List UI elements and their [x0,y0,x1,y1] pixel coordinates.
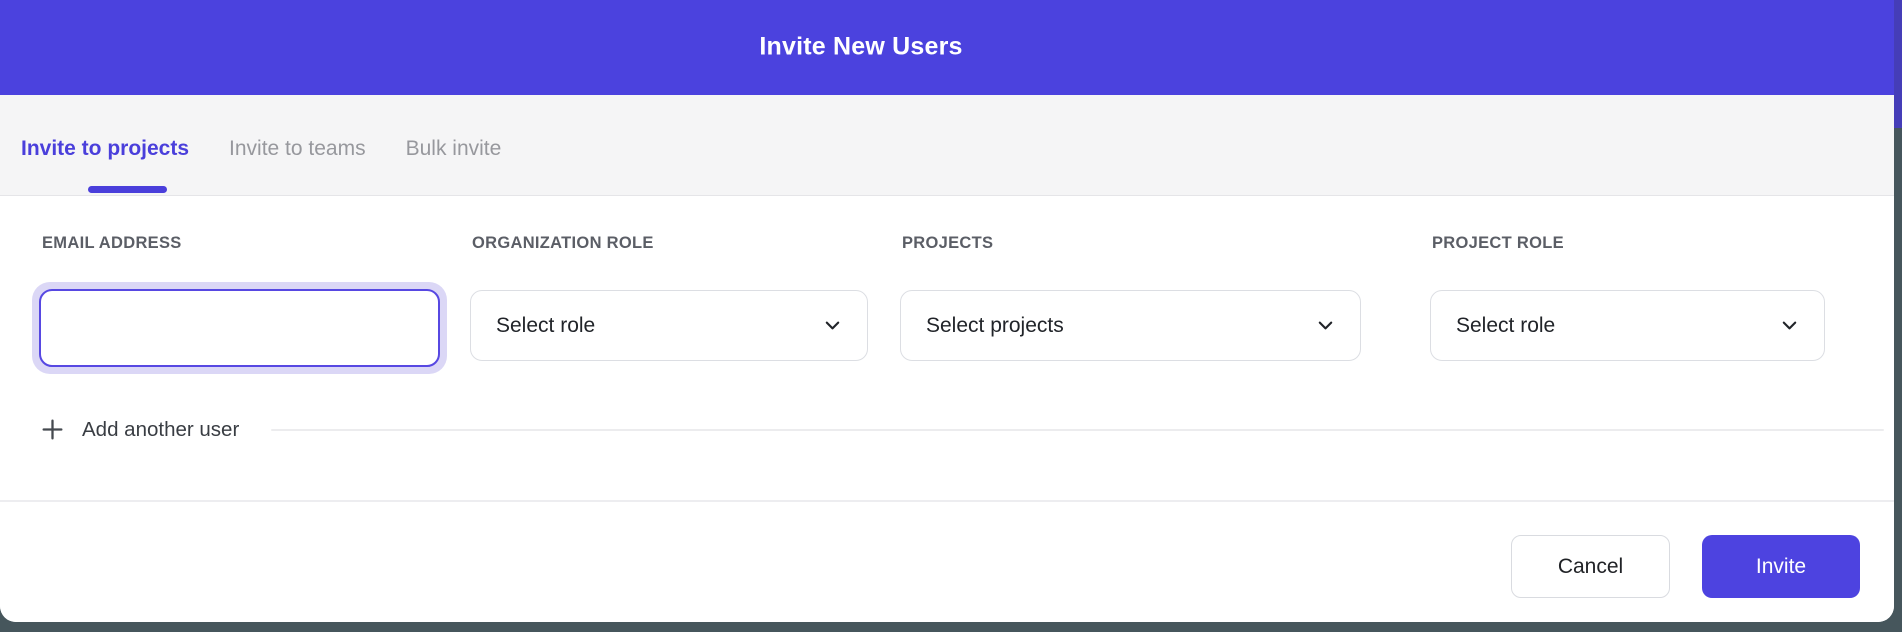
projects-label: PROJECTS [902,234,993,253]
scrollbar-track[interactable] [1894,0,1902,632]
project-role-label: PROJECT ROLE [1432,234,1564,253]
projects-value: Select projects [926,314,1064,338]
tab-invite-to-teams[interactable]: Invite to teams [229,137,366,161]
add-another-user-button[interactable]: Add another user [40,417,239,442]
invite-form: EMAIL ADDRESS ORGANIZATION ROLE Select r… [0,196,1894,500]
organization-role-value: Select role [496,314,595,338]
plus-icon [40,417,65,442]
project-role-column: PROJECT ROLE Select role [1430,196,1825,386]
chevron-down-icon [823,316,842,335]
dialog-footer: Cancel Invite [0,500,1894,622]
dialog-header: Invite New Users [0,0,1894,95]
active-tab-indicator [88,186,167,193]
cancel-button[interactable]: Cancel [1511,535,1670,598]
add-another-user-label: Add another user [82,418,239,442]
email-address-label: EMAIL ADDRESS [42,234,182,253]
email-column: EMAIL ADDRESS [32,196,447,386]
dialog-title: Invite New Users [759,33,962,62]
invite-button[interactable]: Invite [1702,535,1860,598]
projects-column: PROJECTS Select projects [900,196,1361,386]
project-role-select[interactable]: Select role [1430,290,1825,361]
add-user-row: Add another user [40,417,1884,442]
invite-new-users-dialog: Invite New Users Invite to projects Invi… [0,0,1894,622]
tab-invite-to-projects[interactable]: Invite to projects [21,137,189,161]
chevron-down-icon [1780,316,1799,335]
tab-bulk-invite[interactable]: Bulk invite [406,137,502,161]
projects-select[interactable]: Select projects [900,290,1361,361]
email-input[interactable] [39,289,440,367]
divider [271,429,1884,431]
scrollbar-thumb[interactable] [1894,0,1902,128]
organization-role-label: ORGANIZATION ROLE [472,234,654,253]
project-role-value: Select role [1456,314,1555,338]
chevron-down-icon [1316,316,1335,335]
organization-role-select[interactable]: Select role [470,290,868,361]
email-field-focus-ring [32,282,447,374]
organization-role-column: ORGANIZATION ROLE Select role [470,196,868,386]
tab-bar: Invite to projects Invite to teams Bulk … [0,95,1894,196]
